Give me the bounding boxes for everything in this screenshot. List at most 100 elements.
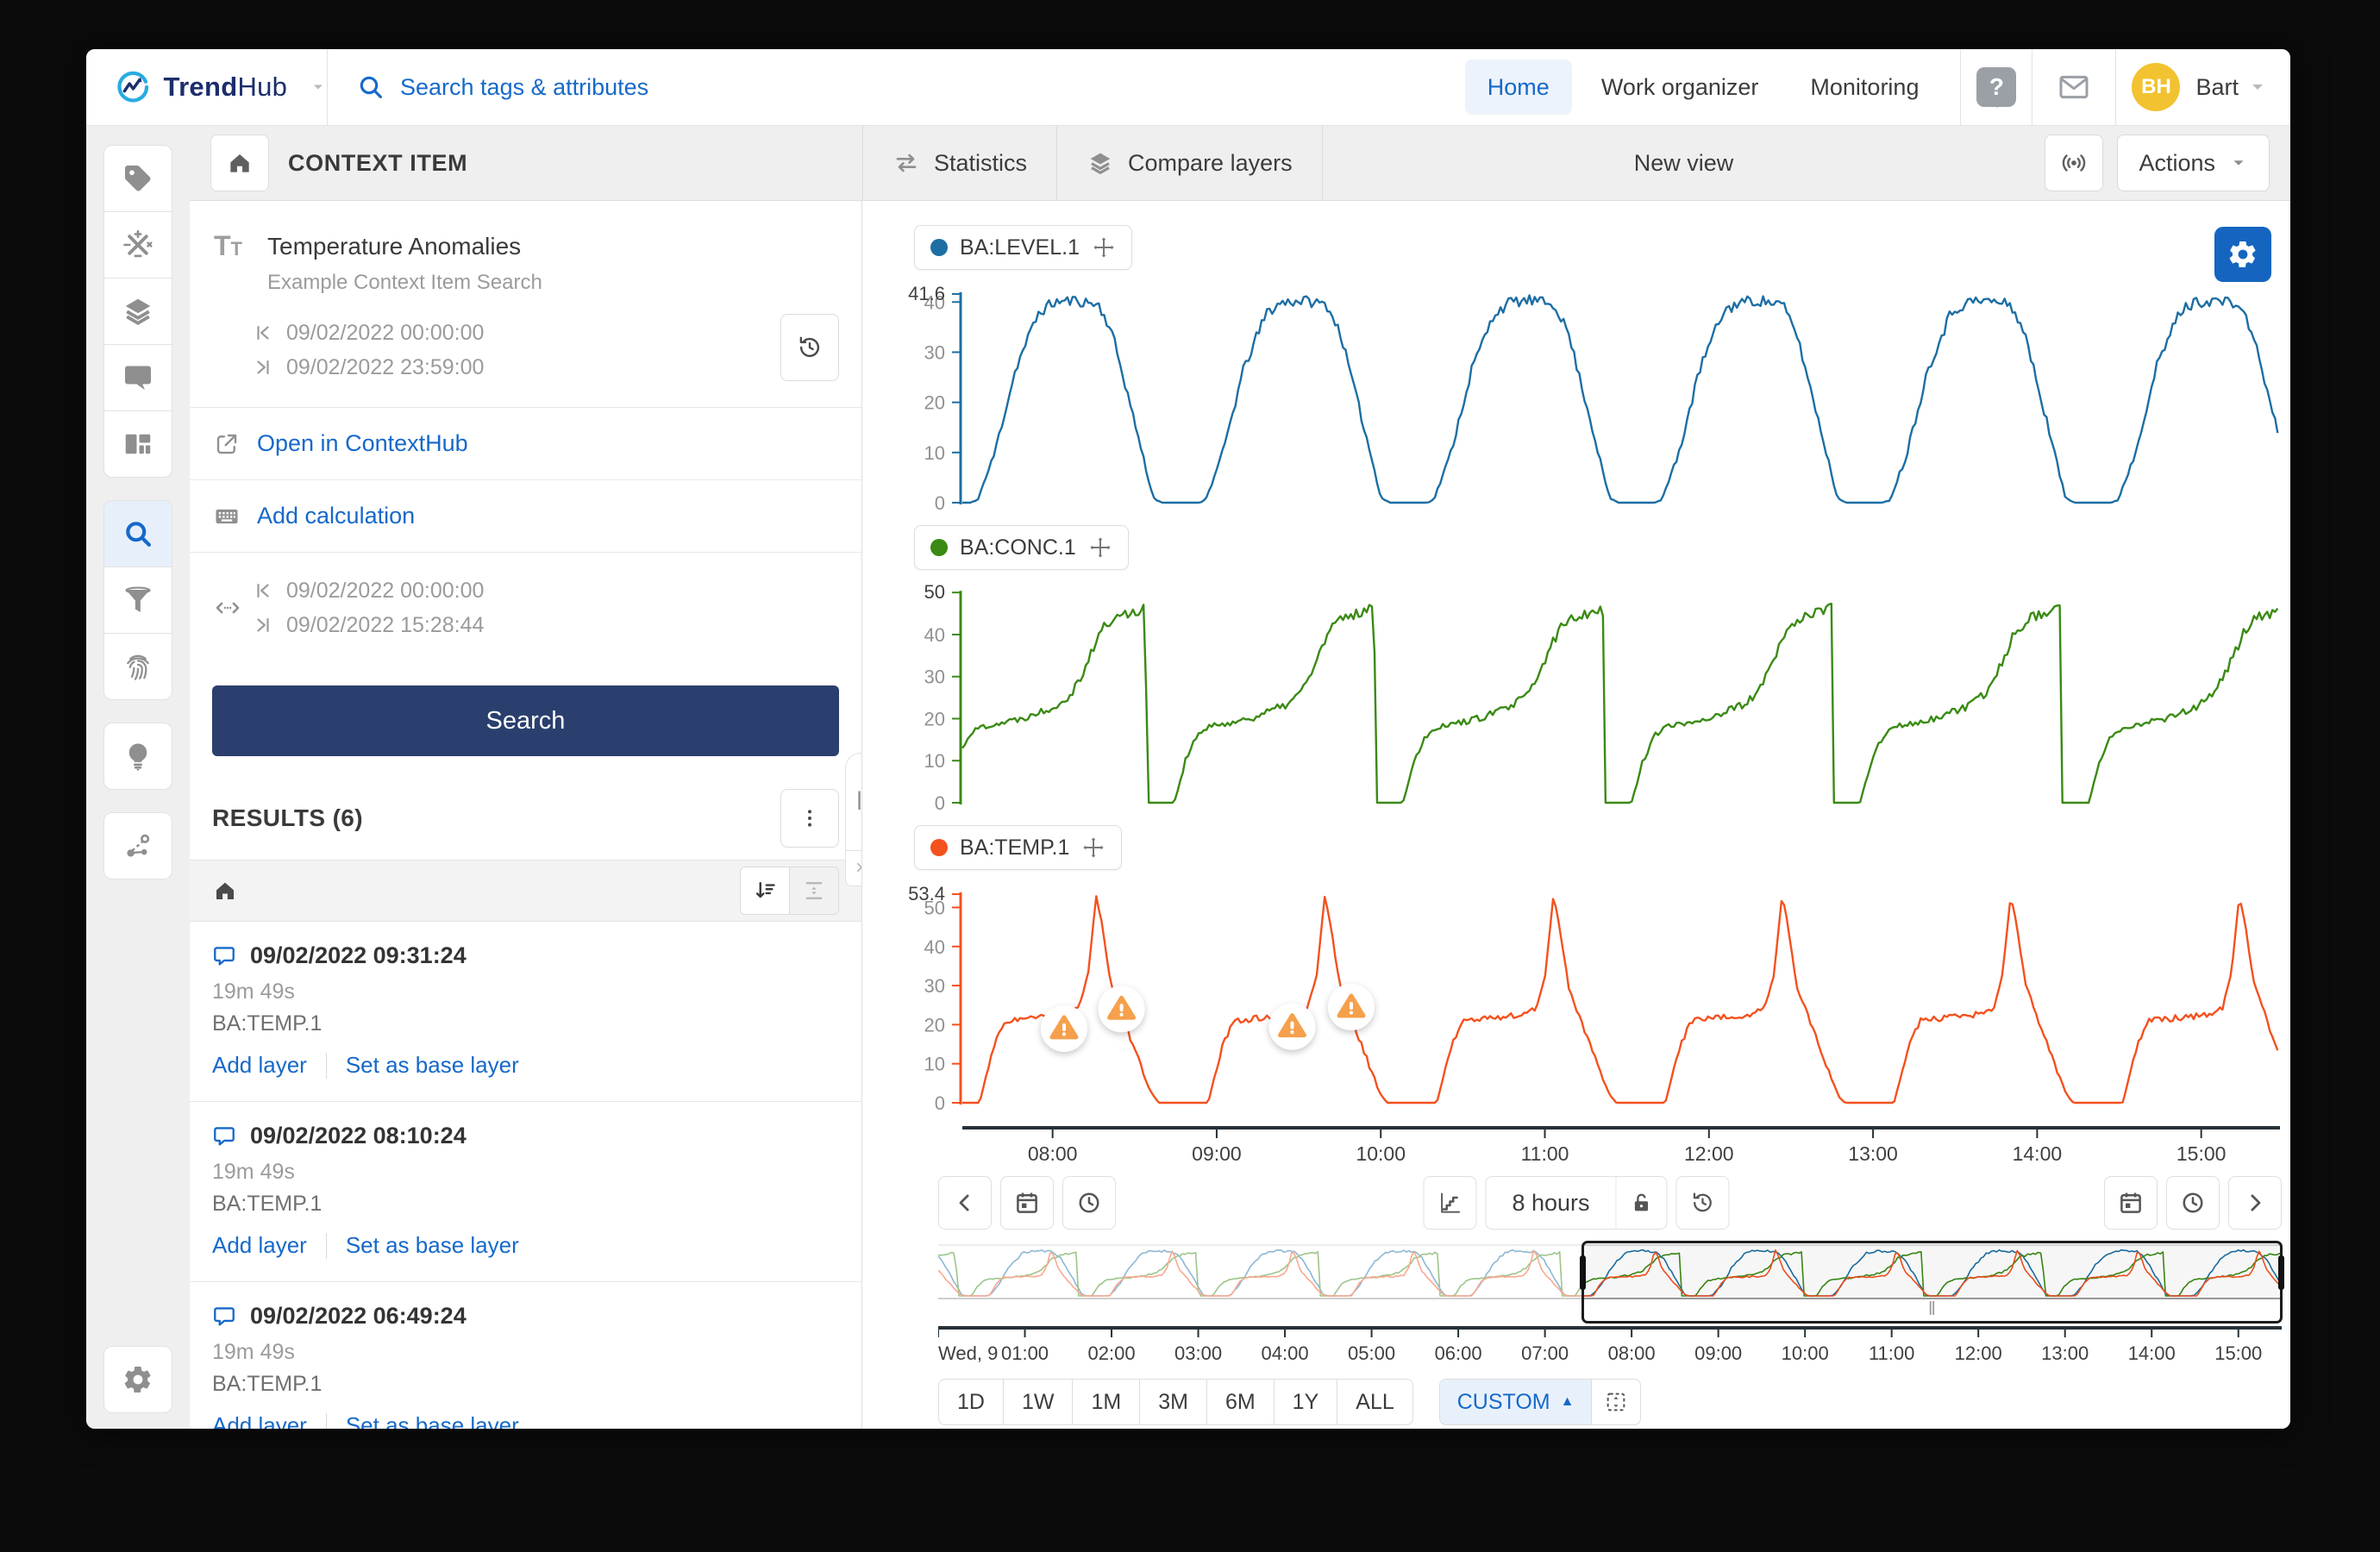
monotonic-trend-button[interactable] [1423,1176,1476,1230]
result-item[interactable]: 09/02/2022 06:49:2419m 49sBA:TEMP.1Add l… [190,1282,861,1429]
calculations-button[interactable] [103,211,172,278]
predictions-button[interactable] [103,812,172,879]
fingerprint-button[interactable] [103,633,172,700]
trendhub-logo-icon [116,65,150,110]
panel-home-button[interactable] [210,135,269,191]
keyboard-icon [214,504,240,529]
selection-left-handle[interactable] [1580,1255,1586,1290]
annotations-button[interactable] [103,344,172,411]
nav-tab-monitoring[interactable]: Monitoring [1788,59,1941,115]
results-header: RESULTS (6) [190,789,861,848]
help-button[interactable]: ? [1976,67,2016,107]
add-layer-link[interactable]: Add layer [212,1412,307,1429]
splitter-drag-handle[interactable]: ‖ [845,753,862,851]
expand-icon [1604,1390,1628,1414]
live-mode-button[interactable] [2045,135,2103,191]
results-menu-button[interactable] [780,789,839,848]
search-range: 09/02/2022 00:00:00 09/02/2022 15:28:44 [190,553,861,663]
user-caret-down-icon[interactable] [2247,77,2268,97]
external-link-icon [214,431,240,457]
add-layer-link[interactable]: Add layer [212,1052,307,1079]
add-calculation-link[interactable]: Add calculation [190,480,861,552]
move-icon[interactable] [1092,235,1116,260]
selection-drag-handle[interactable]: ‖ [1584,1299,2280,1321]
legend-chip-level[interactable]: BA:LEVEL.1 [914,225,1132,270]
end-calendar-button[interactable] [2104,1176,2158,1230]
range-button-1y[interactable]: 1Y [1274,1379,1338,1425]
nav-tab-work-organizer[interactable]: Work organizer [1579,59,1782,115]
conc-plot[interactable]: 01020304050 [862,577,2290,810]
minimap-selection[interactable]: ‖ [1581,1241,2283,1324]
divider [326,1233,327,1259]
svg-text:15:00: 15:00 [2214,1342,2262,1364]
svg-text:0: 0 [935,792,945,810]
range-button-all[interactable]: ALL [1337,1379,1412,1425]
chart-settings-button[interactable] [2214,227,2271,282]
temp-plot[interactable]: 0102030405053.4 [862,877,2290,1110]
panel-collapse-button[interactable]: × [845,851,862,886]
preset-range-group: 1D1W1M3M6M1YALL [938,1379,1413,1425]
mail-icon[interactable] [2057,70,2091,104]
chart-conc: BA:CONC.1 01020304050 [862,525,2290,810]
svg-text:30: 30 [924,666,945,688]
collapse-results-button[interactable] [790,867,838,914]
start-calendar-button[interactable] [1000,1176,1054,1230]
legend-chip-temp[interactable]: BA:TEMP.1 [914,825,1122,870]
search-input[interactable] [398,73,919,102]
lock-duration-button[interactable] [1616,1177,1667,1229]
range-button-1d[interactable]: 1D [938,1379,1004,1425]
range-button-1w[interactable]: 1W [1003,1379,1074,1425]
history-icon [796,334,824,361]
overview-minimap[interactable]: ‖ [938,1244,2282,1299]
range-button-3m[interactable]: 3M [1139,1379,1207,1425]
search-icon [357,73,385,101]
swap-arrows-icon [892,149,920,177]
end-clock-button[interactable] [2166,1176,2220,1230]
dashboard-button[interactable] [103,410,172,478]
settings-button[interactable] [103,1346,172,1413]
comment-outline-icon [212,1124,236,1148]
result-item[interactable]: 09/02/2022 08:10:2419m 49sBA:TEMP.1Add l… [190,1102,861,1282]
avatar[interactable]: BH [2132,63,2180,111]
custom-range-button[interactable]: CUSTOM ▲ [1439,1379,1593,1425]
recommendations-button[interactable] [103,723,172,790]
sort-descending-button[interactable] [741,867,790,914]
divider [326,1053,327,1079]
search-button[interactable]: Search [212,685,839,756]
actions-button[interactable]: Actions [2117,135,2270,191]
range-button-6m[interactable]: 6M [1206,1379,1275,1425]
pan-right-button[interactable] [2228,1176,2282,1230]
home-icon[interactable] [212,878,238,904]
history-button[interactable] [780,314,839,381]
add-layer-link[interactable]: Add layer [212,1232,307,1259]
brand-caret-down-icon[interactable] [310,76,327,98]
selection-right-handle[interactable] [2278,1255,2284,1290]
fit-selection-button[interactable] [1591,1379,1641,1425]
nav-tab-home[interactable]: Home [1465,59,1572,115]
result-item[interactable]: 09/02/2022 09:31:2419m 49sBA:TEMP.1Add l… [190,922,861,1102]
result-tag: BA:TEMP.1 [212,1192,839,1217]
move-icon[interactable] [1081,835,1105,860]
start-date: 09/02/2022 00:00:00 [286,316,484,350]
set-base-layer-link[interactable]: Set as base layer [346,1052,519,1079]
filter-button[interactable] [103,566,172,634]
compare-layers-button[interactable]: Compare layers [1057,126,1323,200]
tool-rail [86,126,190,1429]
search-tool-button[interactable] [103,500,172,567]
tags-button[interactable] [103,145,172,212]
svg-text:13:00: 13:00 [1848,1142,1898,1165]
set-base-layer-link[interactable]: Set as base layer [346,1412,519,1429]
level-plot[interactable]: 01020304041.6 [862,277,2290,510]
series-label: BA:CONC.1 [960,535,1076,560]
open-in-contexthub-link[interactable]: Open in ContextHub [190,408,861,479]
range-button-1m[interactable]: 1M [1072,1379,1140,1425]
legend-chip-conc[interactable]: BA:CONC.1 [914,525,1129,570]
move-icon[interactable] [1088,535,1112,560]
set-base-layer-link[interactable]: Set as base layer [346,1232,519,1259]
pan-left-button[interactable] [938,1176,992,1230]
start-clock-button[interactable] [1062,1176,1116,1230]
reset-time-button[interactable] [1676,1176,1730,1230]
duration-label[interactable]: 8 hours [1486,1190,1615,1217]
statistics-button[interactable]: Statistics [863,126,1057,200]
layers-button[interactable] [103,278,172,345]
